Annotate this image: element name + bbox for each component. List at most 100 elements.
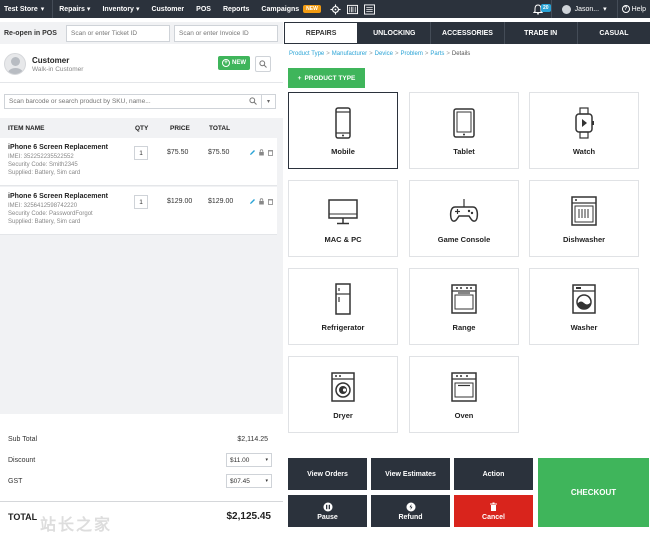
product-tile-watch[interactable]: Watch <box>529 92 639 169</box>
item-total: $129.00 <box>208 198 234 205</box>
tab-accessories[interactable]: ACCESSORIES <box>431 22 505 44</box>
new-customer-button[interactable]: + NEW <box>218 56 250 70</box>
table-header: ITEM NAME QTY PRICE TOTAL <box>0 118 283 138</box>
tab-repairs[interactable]: REPAIRS <box>284 22 359 44</box>
pause-icon <box>323 502 332 511</box>
user-menu[interactable]: Jason... ▾ <box>550 0 617 18</box>
col-item-name: ITEM NAME <box>8 125 45 132</box>
chevron-down-icon: ▾ <box>265 478 268 484</box>
item-supplied: Supplied: Battery, Sim card <box>8 170 81 176</box>
edit-icon[interactable] <box>249 149 256 156</box>
customer-search-button[interactable] <box>255 56 271 72</box>
discount-value: $11.00 <box>230 456 250 464</box>
crumb-details: Details <box>451 51 471 57</box>
row-actions <box>249 198 274 205</box>
total-value: $2,125.45 <box>226 511 272 522</box>
search-dropdown[interactable]: ▾ <box>262 94 276 109</box>
view-orders-button[interactable]: View Orders <box>288 458 367 490</box>
trash-icon[interactable] <box>267 149 274 156</box>
qty-input[interactable]: 1 <box>134 195 148 209</box>
action-button[interactable]: Action <box>454 458 533 490</box>
ticket-id-input[interactable] <box>66 24 170 42</box>
edit-icon[interactable] <box>249 198 256 205</box>
gamepad-icon <box>449 199 479 222</box>
nav-repairs[interactable]: Repairs ▾ <box>53 0 96 18</box>
refund-button[interactable]: Refund <box>371 495 450 527</box>
product-tile-tablet[interactable]: Tablet <box>409 92 519 169</box>
gear-icon[interactable] <box>330 3 341 15</box>
product-search-input[interactable] <box>4 94 262 109</box>
product-label: Oven <box>454 411 474 420</box>
list-icon[interactable] <box>363 3 375 15</box>
crumb-product-type[interactable]: Product Type <box>289 51 324 57</box>
store-selector[interactable]: Test Store ▾ <box>0 0 54 18</box>
action-label: Action <box>482 470 505 478</box>
product-tile-dryer[interactable]: Dryer <box>288 356 398 433</box>
customer-name: Walk-in Customer <box>32 65 84 73</box>
checkout-button[interactable]: CHECKOUT <box>538 458 649 527</box>
product-type-label: PRODUCT TYPE <box>304 74 356 82</box>
product-tile-dishwasher[interactable]: Dishwasher <box>529 180 639 257</box>
gst-select[interactable]: $07.45 ▾ <box>226 474 272 488</box>
crumb-parts[interactable]: Parts <box>430 51 444 57</box>
notifications[interactable]: 20 <box>525 3 551 15</box>
divider <box>0 82 283 83</box>
cancel-button[interactable]: Cancel <box>454 495 533 527</box>
mobile-icon <box>335 107 351 139</box>
tab-casual[interactable]: CASUAL <box>578 22 650 44</box>
table-row: iPhone 6 Screen Replacement IMEI: 352252… <box>0 138 277 186</box>
col-qty: QTY <box>135 125 149 132</box>
help-link[interactable]: ? Help <box>616 0 650 18</box>
crumb-device[interactable]: Device <box>375 51 393 57</box>
crumb-separator: > <box>369 51 373 57</box>
product-type-button[interactable]: + PRODUCT TYPE <box>288 68 365 88</box>
oven-icon <box>451 372 477 402</box>
view-estimates-button[interactable]: View Estimates <box>371 458 450 490</box>
category-tabs: REPAIRS UNLOCKING ACCESSORIES TRADE IN C… <box>284 22 650 44</box>
customer-title: Customer <box>32 55 70 65</box>
user-name: Jason... <box>574 5 600 13</box>
qty-input[interactable]: 1 <box>134 146 148 160</box>
dryer-icon <box>331 372 355 402</box>
discount-row: Discount $11.00 ▾ <box>8 453 272 467</box>
refrigerator-icon <box>335 283 351 315</box>
discount-label: Discount <box>8 456 36 464</box>
cart-table: ITEM NAME QTY PRICE TOTAL iPhone 6 Scree… <box>0 118 283 414</box>
crumb-separator: > <box>446 51 450 57</box>
nav-campaigns[interactable]: Campaigns NEW <box>255 0 326 18</box>
barcode-icon[interactable] <box>346 4 358 15</box>
subtotal-label: Sub Total <box>8 435 38 443</box>
product-tile-refrigerator[interactable]: Refrigerator <box>288 268 398 345</box>
lock-icon[interactable] <box>258 198 265 205</box>
crumb-manufacturer[interactable]: Manufacturer <box>332 51 367 57</box>
nav-customer[interactable]: Customer <box>145 0 190 18</box>
search-icon <box>249 97 257 105</box>
trash-icon[interactable] <box>267 198 274 205</box>
customer-avatar <box>4 53 26 75</box>
item-name: iPhone 6 Screen Replacement <box>8 144 108 151</box>
pause-button[interactable]: Pause <box>288 495 367 527</box>
tab-trade-in[interactable]: TRADE IN <box>505 22 578 44</box>
reopen-label: Re-open in POS <box>4 29 57 37</box>
product-tile-mobile[interactable]: Mobile <box>288 92 398 169</box>
nav-inventory[interactable]: Inventory ▾ <box>96 0 145 18</box>
subtotal-value: $2,114.25 <box>237 435 268 443</box>
tab-unlocking[interactable]: UNLOCKING <box>358 22 432 44</box>
item-price: $75.50 <box>167 149 189 156</box>
reopen-bar: Re-open in POS <box>0 22 283 44</box>
nav-pos[interactable]: POS <box>190 0 217 18</box>
product-tile-washer[interactable]: Washer <box>529 268 639 345</box>
product-tile-game-console[interactable]: Game Console <box>409 180 519 257</box>
product-tile-mac-pc[interactable]: MAC & PC <box>288 180 398 257</box>
view-estimates-label: View Estimates <box>385 470 436 478</box>
crumb-problem[interactable]: Problem <box>401 51 423 57</box>
product-tile-oven[interactable]: Oven <box>409 356 519 433</box>
nav-reports[interactable]: Reports <box>217 0 255 18</box>
discount-select[interactable]: $11.00 ▾ <box>226 453 272 467</box>
product-panel: Product Type > Manufacturer > Device > Prob… <box>284 44 650 541</box>
invoice-id-input[interactable] <box>174 24 278 42</box>
product-tile-range[interactable]: Range <box>409 268 519 345</box>
product-label: Game Console <box>437 235 491 244</box>
crumb-separator: > <box>424 51 429 57</box>
lock-icon[interactable] <box>258 149 265 156</box>
